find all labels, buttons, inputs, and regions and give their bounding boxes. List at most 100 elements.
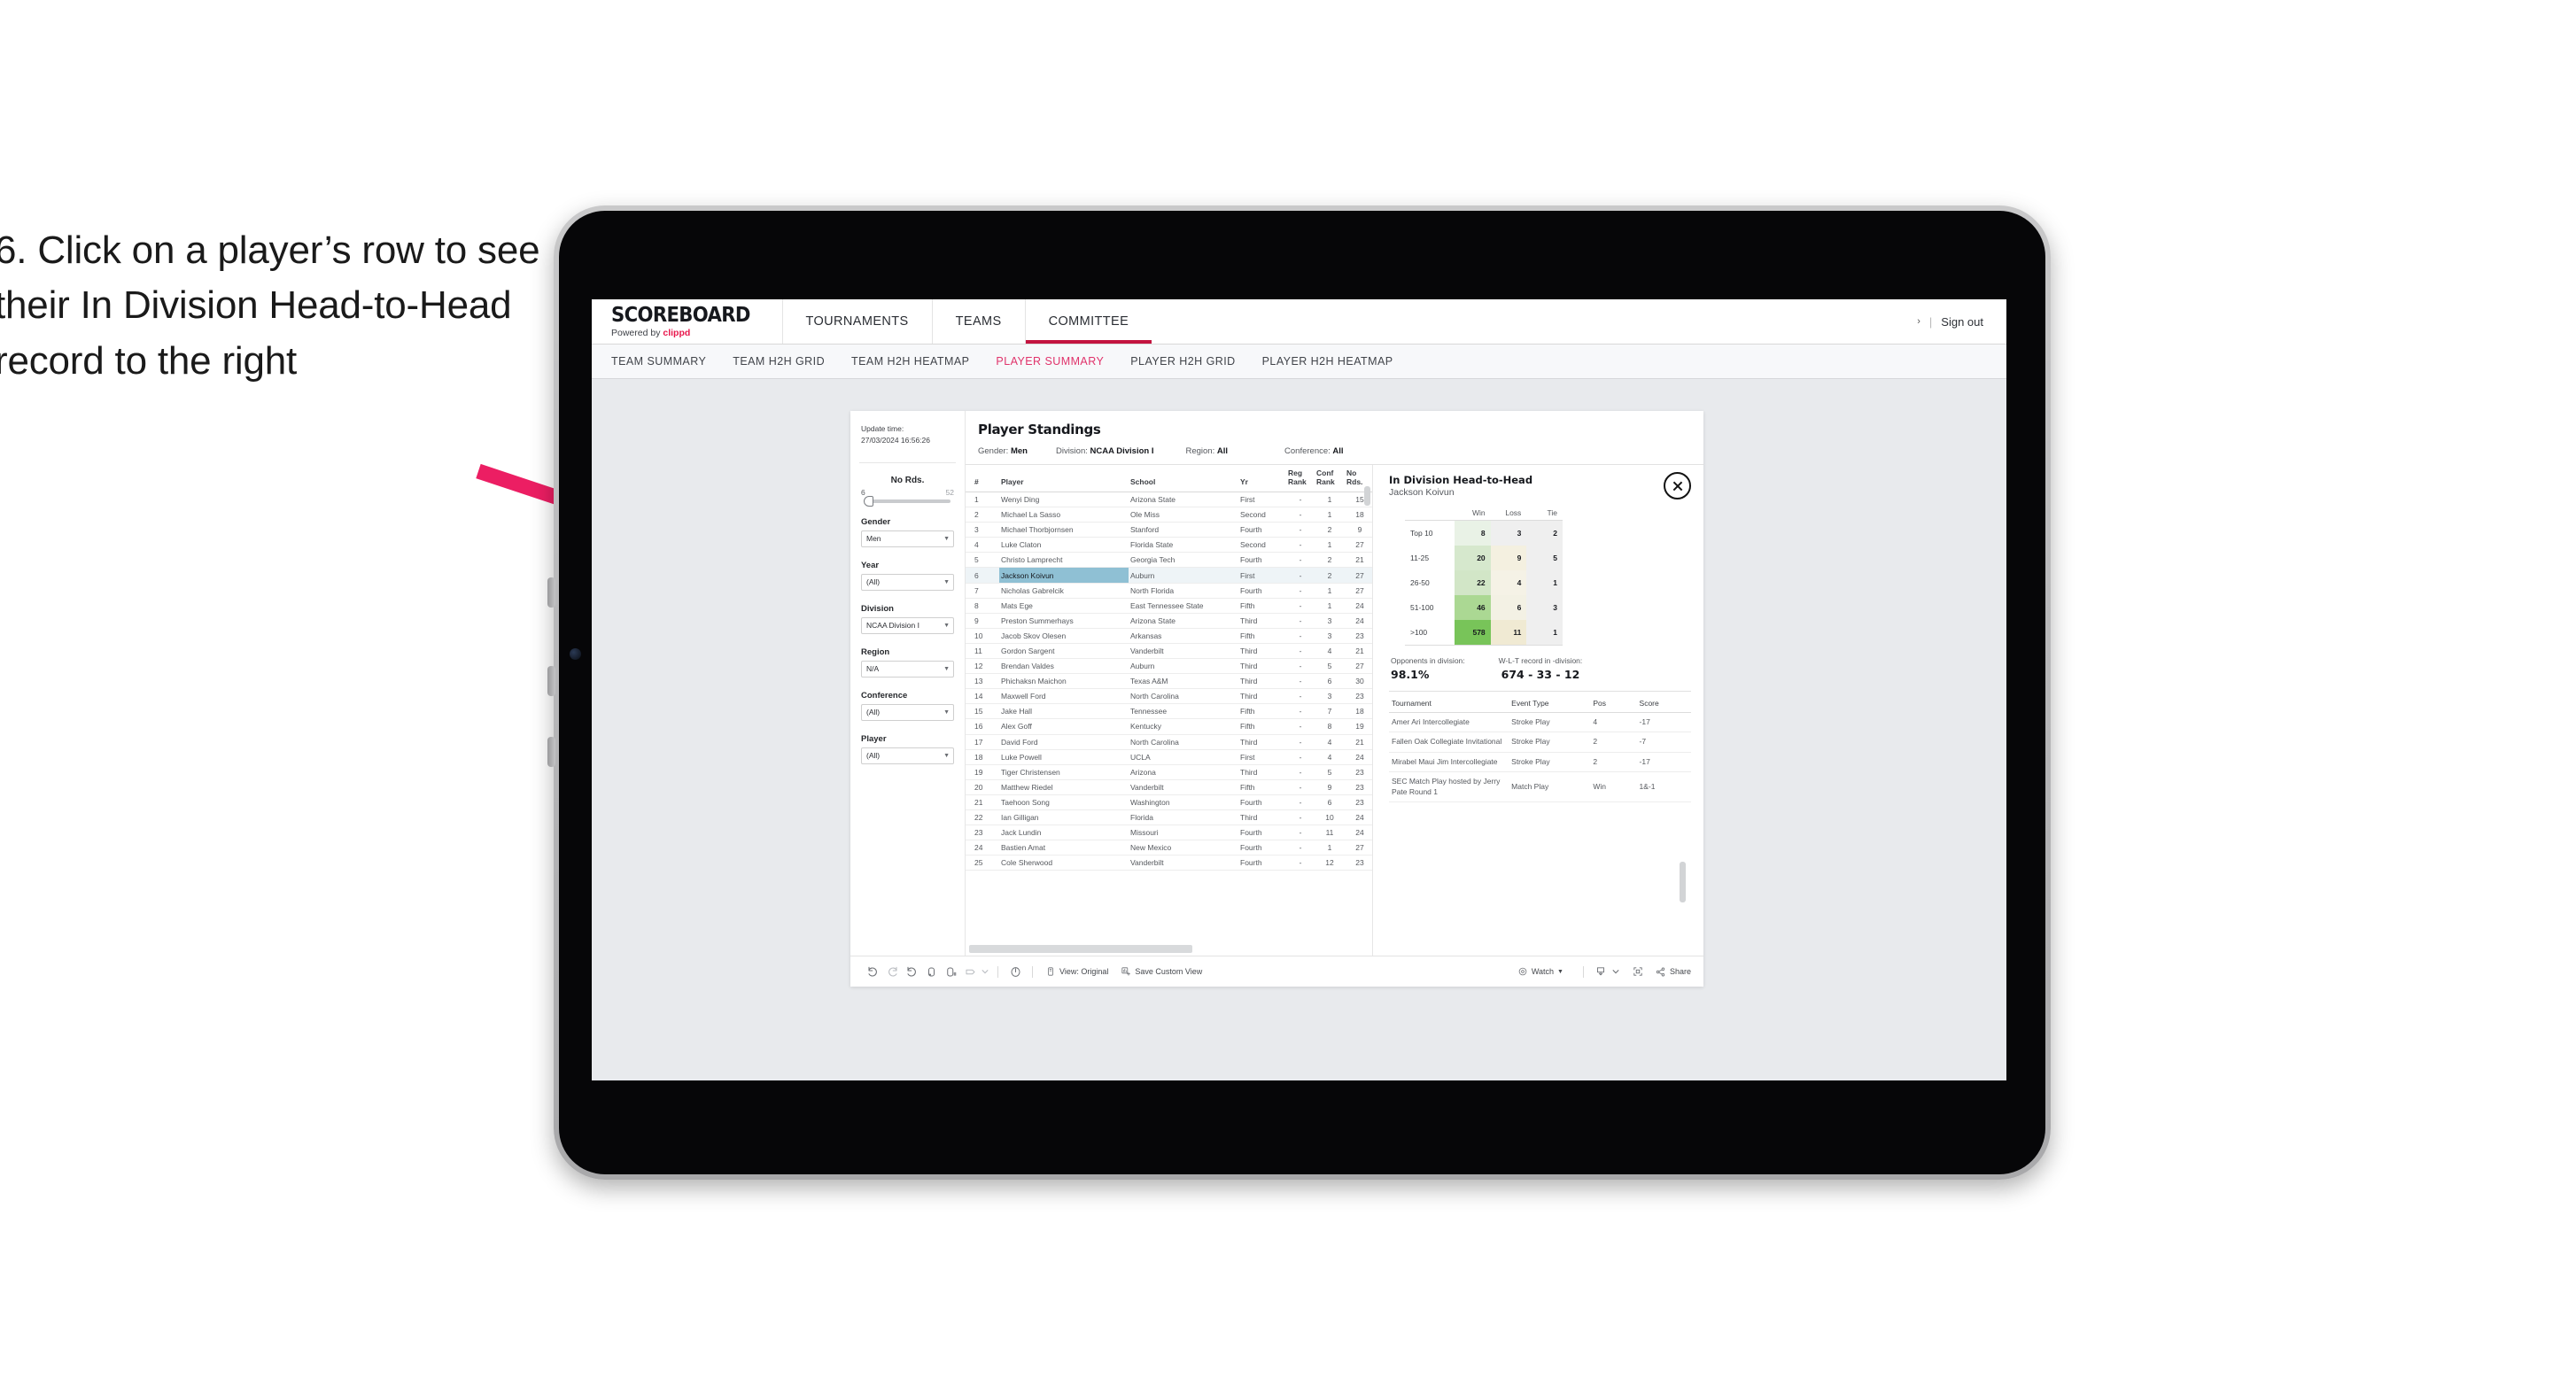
table-row[interactable]: 25Cole SherwoodVanderbiltFourth-12231: [966, 855, 1372, 871]
nav-committee[interactable]: COMMITTEE: [1024, 299, 1152, 344]
h2h-cell[interactable]: 8: [1455, 520, 1491, 546]
col-event-type[interactable]: Event Type: [1509, 693, 1591, 713]
pause-updates-icon[interactable]: [941, 962, 960, 981]
filter-gender-label: Gender: [861, 516, 891, 527]
no-rounds-slider-track[interactable]: [864, 495, 950, 507]
nav-tournaments[interactable]: TOURNAMENTS: [781, 299, 932, 344]
sign-out-link[interactable]: Sign out: [1941, 315, 1983, 329]
h2h-cell[interactable]: 9: [1490, 546, 1527, 570]
h2h-cell[interactable]: 3: [1490, 520, 1527, 546]
tab-player-summary[interactable]: PLAYER SUMMARY: [996, 355, 1104, 368]
refresh-data-icon[interactable]: [921, 962, 941, 981]
tab-player-h2h-grid[interactable]: PLAYER H2H GRID: [1130, 355, 1235, 368]
h2h-cell[interactable]: 1: [1526, 620, 1563, 646]
h2h-cell[interactable]: 4: [1490, 570, 1527, 595]
table-row[interactable]: 16Alex GoffKentuckyFifth-8190: [966, 718, 1372, 735]
download-icon[interactable]: [1591, 962, 1610, 981]
player-no-rounds: 27: [1345, 567, 1372, 584]
table-row[interactable]: 22Ian GilliganFloridaThird-10241: [966, 809, 1372, 826]
table-row[interactable]: 9 Preston Summerhays Arizona State Third -3 2…: [966, 613, 1372, 629]
h2h-cell[interactable]: 1: [1526, 570, 1563, 595]
no-rounds-slider-handle[interactable]: [864, 495, 873, 507]
table-row[interactable]: 10Jacob Skov OlesenArkansasFifth-3230: [966, 628, 1372, 644]
filter-division-select[interactable]: NCAA Division I ▼: [861, 616, 954, 634]
save-custom-view-button[interactable]: Save Custom View: [1121, 966, 1202, 977]
revert-icon[interactable]: [902, 962, 921, 981]
col-score[interactable]: Score: [1636, 693, 1691, 713]
table-row[interactable]: 21Taehoon SongWashingtonFourth-6231: [966, 794, 1372, 810]
h2h-row-label: 51-100: [1405, 595, 1455, 620]
col-rank[interactable]: #: [966, 465, 999, 492]
undo-icon[interactable]: [863, 962, 882, 981]
player-table-vertical-scrollbar[interactable]: [1364, 486, 1370, 506]
chevron-down-icon: ▼: [1557, 968, 1563, 975]
nav-teams[interactable]: TEAMS: [931, 299, 1025, 344]
chevron-down-icon[interactable]: [980, 962, 990, 981]
h2h-cell[interactable]: 22: [1455, 570, 1491, 595]
tab-team-h2h-grid[interactable]: TEAM H2H GRID: [733, 355, 825, 368]
table-row[interactable]: 6Jackson KoivunAuburnFirst-2271: [966, 567, 1372, 584]
list-item[interactable]: Fallen Oak Collegiate Invitational Stroke…: [1389, 732, 1691, 753]
table-row[interactable]: 23Jack LundinMissouriFourth-11240: [966, 825, 1372, 841]
col-school[interactable]: School: [1129, 465, 1238, 492]
h2h-cell[interactable]: 2: [1526, 520, 1563, 546]
chevron-down-icon[interactable]: [1610, 962, 1621, 981]
col-pos[interactable]: Pos: [1590, 693, 1637, 713]
table-row[interactable]: 18Luke PowellUCLAFirst-4241: [966, 749, 1372, 765]
close-icon[interactable]: [1664, 472, 1691, 499]
table-row[interactable]: 24Bastien AmatNew MexicoFourth-1272: [966, 840, 1372, 856]
table-row[interactable]: 17David FordNorth CarolinaThird-4211: [966, 734, 1372, 750]
view-original-button[interactable]: View: Original: [1045, 966, 1108, 977]
table-row[interactable]: 15Jake HallTennesseeFifth-7180: [966, 703, 1372, 720]
highlight-icon[interactable]: [960, 962, 980, 981]
table-row[interactable]: 8Mats EgeEast Tennessee StateFifth-1242: [966, 598, 1372, 614]
col-conf-rank[interactable]: Conf Rank: [1315, 465, 1345, 492]
filter-conference-select[interactable]: (All) ▼: [861, 703, 954, 721]
player-school: Vanderbilt: [1129, 643, 1238, 660]
player-reg-rank: -: [1286, 492, 1315, 508]
tab-player-h2h-heatmap[interactable]: PLAYER H2H HEATMAP: [1262, 355, 1393, 368]
slow-connection-icon[interactable]: [1005, 962, 1025, 981]
table-row[interactable]: 3Michael ThorbjornsenStanfordFourth-291: [966, 522, 1372, 538]
table-row[interactable]: 11Gordon SargentVanderbiltThird-4210: [966, 643, 1372, 660]
table-row[interactable]: 5 Christo Lamprecht Georgia Tech Fourth -2 21…: [966, 552, 1372, 569]
h2h-cell[interactable]: 20: [1455, 546, 1491, 570]
redo-icon[interactable]: [882, 962, 902, 981]
table-row[interactable]: 14Maxwell FordNorth CarolinaThird-3230: [966, 688, 1372, 705]
filter-gender-select[interactable]: Men ▼: [861, 530, 954, 547]
col-player[interactable]: Player: [999, 465, 1129, 492]
brand-logo[interactable]: SCOREBOARD Powered by clippd: [592, 299, 782, 344]
table-row[interactable]: 4Luke ClatonFlorida StateSecond-1272: [966, 537, 1372, 554]
table-row[interactable]: 19Tiger ChristensenArizonaThird-5232: [966, 764, 1372, 780]
player-table-horizontal-scrollbar[interactable]: [969, 945, 1192, 953]
filter-player-select[interactable]: (All) ▼: [861, 747, 954, 764]
table-row[interactable]: 2Michael La SassoOle MissSecond-1180: [966, 507, 1372, 523]
h2h-cell[interactable]: 6: [1490, 595, 1527, 620]
table-row[interactable]: 7 Nicholas Gabrelcik North Florida Fourth -1…: [966, 583, 1372, 599]
list-item[interactable]: Mirabel Maui Jim Intercollegiate Stroke P…: [1389, 752, 1691, 773]
tab-team-summary[interactable]: TEAM SUMMARY: [611, 355, 706, 368]
table-row[interactable]: 20Matthew RiedelVanderbiltFifth-9230: [966, 779, 1372, 795]
h2h-cell[interactable]: 578: [1455, 620, 1491, 646]
tab-team-h2h-heatmap[interactable]: TEAM H2H HEATMAP: [851, 355, 969, 368]
fullscreen-icon[interactable]: [1628, 962, 1648, 981]
filter-region-select[interactable]: N/A ▼: [861, 660, 954, 678]
list-item[interactable]: Amer Ari Intercollegiate Stroke Play 4 -17: [1389, 712, 1691, 733]
h2h-cell[interactable]: 11: [1490, 620, 1527, 646]
list-item[interactable]: SEC Match Play hosted by Jerry Pate Roun…: [1389, 771, 1691, 803]
tournament-scrollbar[interactable]: [1680, 862, 1686, 902]
col-tournament[interactable]: Tournament: [1389, 693, 1509, 713]
h2h-cell[interactable]: 5: [1526, 546, 1563, 570]
h2h-cell[interactable]: 3: [1526, 595, 1563, 620]
tournament-event-type: Stroke Play: [1509, 732, 1591, 753]
table-row[interactable]: 1Wenyi DingArizona StateFirst-1151: [966, 492, 1372, 508]
col-reg-rank[interactable]: Reg Rank: [1286, 465, 1315, 492]
player-standings-table-wrap[interactable]: # Player School Yr Reg Rank Conf Rank No Rd…: [966, 465, 1373, 956]
watch-button[interactable]: Watch ▼: [1517, 966, 1563, 977]
share-button[interactable]: Share: [1655, 966, 1691, 978]
col-year[interactable]: Yr: [1238, 465, 1286, 492]
filter-year-select[interactable]: (All) ▼: [861, 573, 954, 591]
h2h-cell[interactable]: 46: [1455, 595, 1491, 620]
table-row[interactable]: 13Phichaksn MaichonTexas A&MThird-6301: [966, 673, 1372, 690]
table-row[interactable]: 12Brendan ValdesAuburnThird-5270: [966, 658, 1372, 675]
